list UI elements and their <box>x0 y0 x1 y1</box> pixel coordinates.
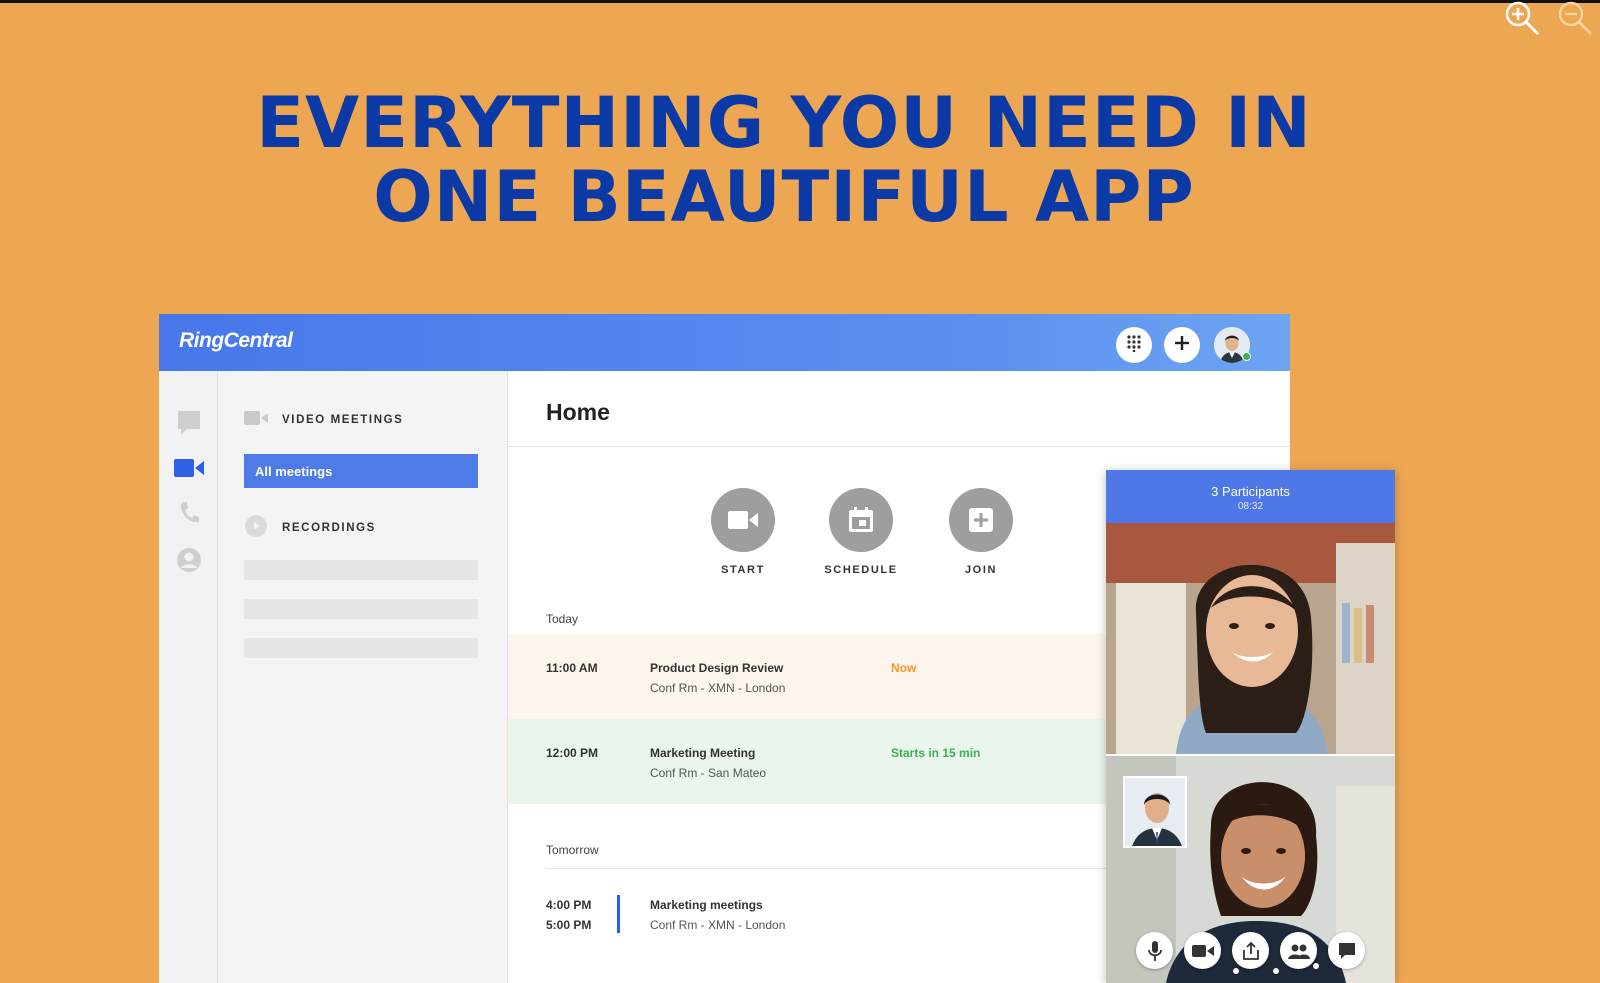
phone-icon[interactable] <box>173 498 205 528</box>
start-label: START <box>721 564 765 576</box>
icon-rail <box>159 371 218 983</box>
play-circle-icon <box>244 514 268 543</box>
ringcentral-logo[interactable]: RingCentral <box>179 329 293 353</box>
camera-icon[interactable] <box>1184 932 1221 969</box>
headline-line-1: EVERYTHING YOU NEED IN <box>256 82 1312 164</box>
page-title: Home <box>546 399 610 425</box>
meeting-status: Now <box>891 661 917 675</box>
tomorrow-label: Tomorrow <box>546 843 599 857</box>
message-icon[interactable] <box>173 408 205 438</box>
headline-line-2: ONE BEAUTIFUL APP <box>373 156 1195 238</box>
video-camera-icon <box>244 410 268 431</box>
participants-count: 3 Participants <box>1211 484 1290 499</box>
meeting-title: Marketing meetings <box>650 898 763 912</box>
nav-recordings[interactable]: RECORDINGS <box>244 514 376 539</box>
microphone-icon[interactable] <box>1136 932 1173 969</box>
chat-icon[interactable] <box>1328 932 1365 969</box>
dialpad-icon <box>1126 334 1142 357</box>
schedule-label: SCHEDULE <box>824 564 898 576</box>
meeting-title: Marketing Meeting <box>650 746 756 760</box>
today-label: Today <box>546 612 579 626</box>
video-call-panel: 3 Participants 08:32 <box>1106 470 1395 983</box>
top-border <box>0 0 1600 3</box>
zoom-out-icon[interactable] <box>1557 0 1595 36</box>
nav-panel: VIDEO MEETINGS All meetings RECORDINGS <box>218 371 508 983</box>
skeleton-row <box>244 560 478 580</box>
plus-icon <box>1173 334 1191 357</box>
meeting-time-start: 4:00 PM <box>546 898 592 912</box>
meeting-room: Conf Rm - San Mateo <box>650 766 767 780</box>
app-header: RingCentral <box>159 314 1290 371</box>
start-button[interactable]: START <box>693 488 793 576</box>
meeting-time: 11:00 AM <box>546 661 598 675</box>
video-camera-icon <box>711 488 775 552</box>
skeleton-row <box>244 599 478 619</box>
call-header: 3 Participants 08:32 <box>1106 470 1395 523</box>
meeting-room: Conf Rm - XMN - London <box>650 681 786 695</box>
plus-square-icon <box>949 488 1013 552</box>
participants-icon[interactable] <box>1280 932 1317 969</box>
call-timer: 08:32 <box>1237 501 1264 512</box>
zoom-in-icon[interactable] <box>1504 0 1542 36</box>
nav-video-meetings[interactable]: VIDEO MEETINGS <box>244 409 403 431</box>
headline: EVERYTHING YOU NEED IN ONE BEAUTIFUL APP <box>0 86 1568 234</box>
share-icon[interactable] <box>1232 932 1269 969</box>
meeting-accent-bar <box>617 895 620 933</box>
presence-indicator <box>1242 352 1251 361</box>
call-controls <box>1106 932 1395 969</box>
join-button[interactable]: JOIN <box>931 488 1031 576</box>
join-label: JOIN <box>964 564 998 576</box>
schedule-button[interactable]: SCHEDULE <box>811 488 911 576</box>
participant-video[interactable] <box>1106 523 1395 754</box>
nav-recordings-label: RECORDINGS <box>282 522 376 534</box>
meeting-room: Conf Rm - XMN - London <box>650 918 786 932</box>
video-icon[interactable] <box>173 453 205 483</box>
nav-all-meetings[interactable]: All meetings <box>244 454 478 488</box>
dialpad-button[interactable] <box>1116 327 1152 363</box>
self-view-pip[interactable] <box>1123 776 1187 848</box>
meeting-status: Starts in 15 min <box>891 746 981 760</box>
contacts-icon[interactable] <box>173 545 205 575</box>
meeting-time-end: 5:00 PM <box>546 918 592 932</box>
skeleton-row <box>244 638 478 658</box>
calendar-icon <box>829 488 893 552</box>
title-divider <box>508 446 1290 447</box>
meeting-title: Product Design Review <box>650 661 784 675</box>
nav-video-meetings-label: VIDEO MEETINGS <box>282 414 404 426</box>
add-button[interactable] <box>1164 327 1200 363</box>
participant-video[interactable] <box>1106 756 1395 983</box>
meeting-time: 12:00 PM <box>546 746 599 760</box>
